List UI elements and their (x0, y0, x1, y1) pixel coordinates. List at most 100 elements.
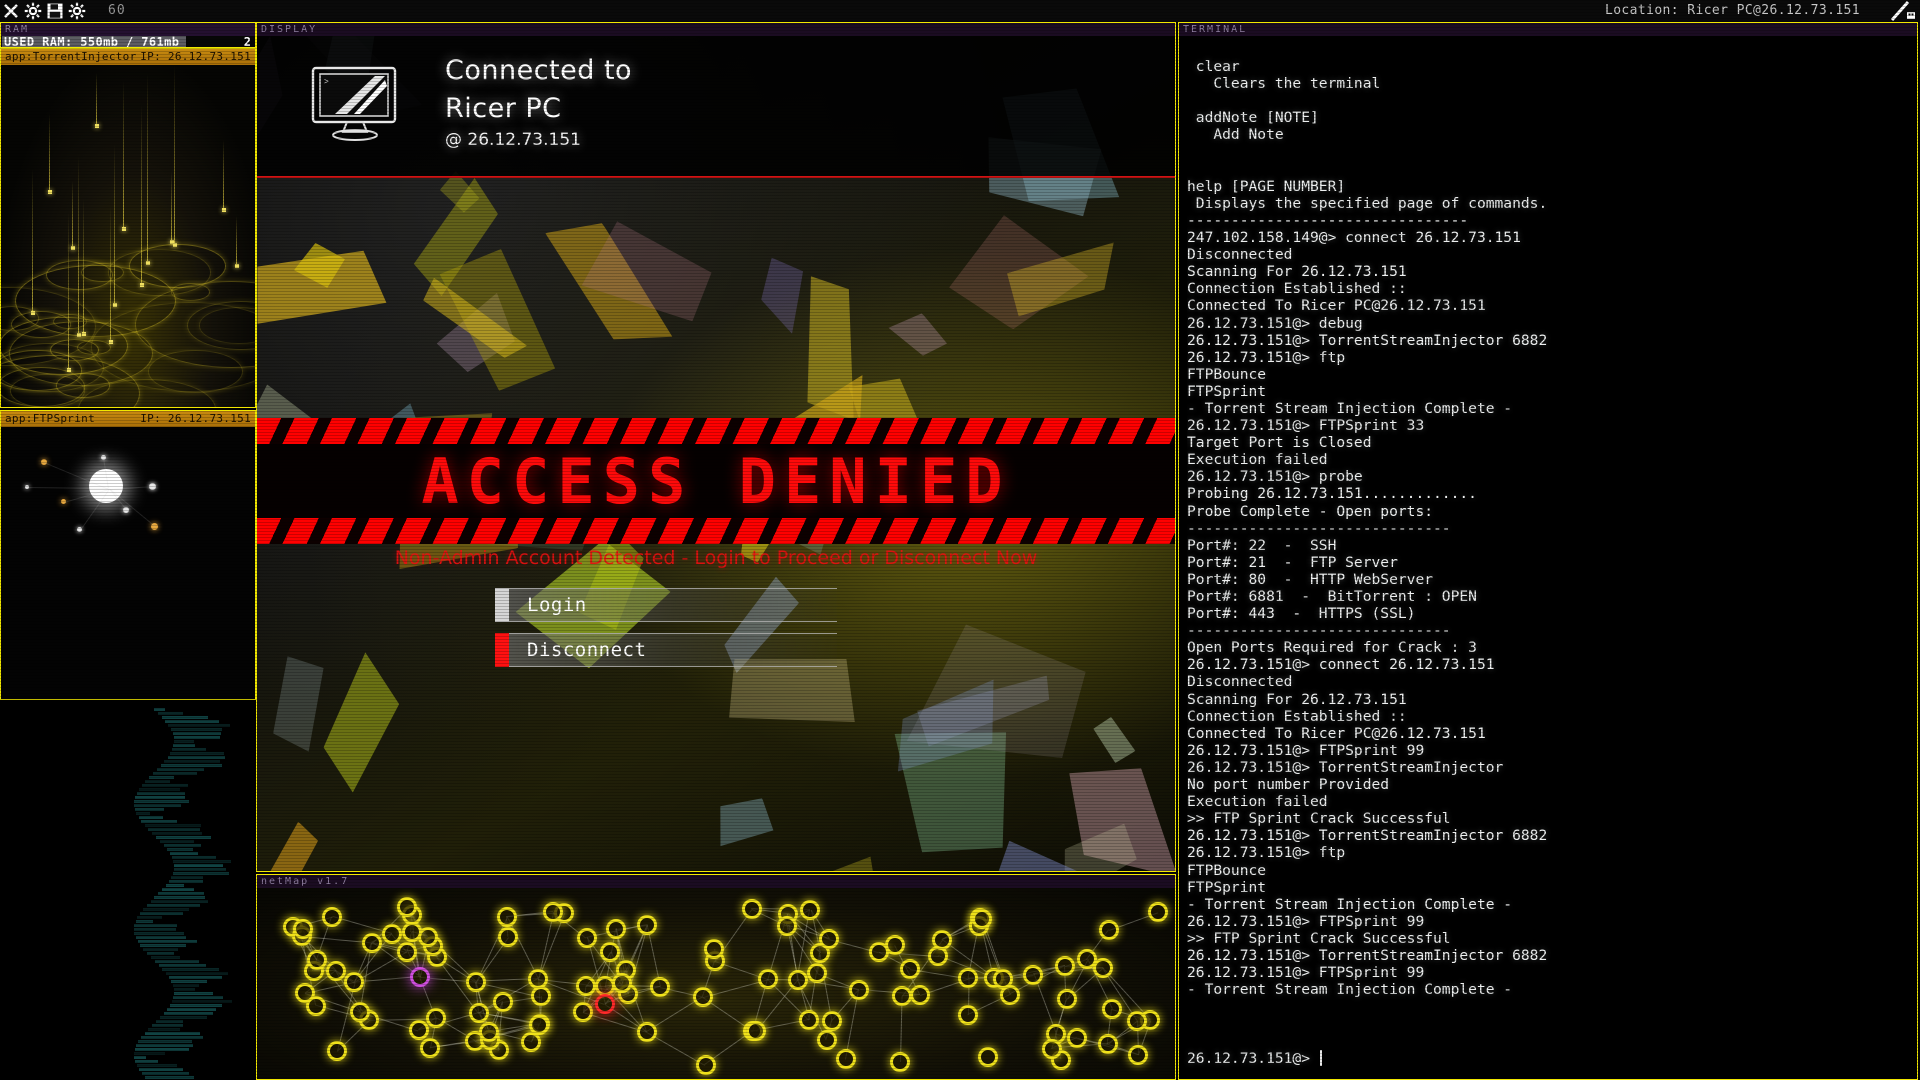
netmap-node[interactable] (972, 909, 993, 930)
netmap-node[interactable] (1128, 1044, 1149, 1065)
netmap-node[interactable] (822, 1011, 842, 1032)
netmap-node[interactable] (1056, 989, 1077, 1010)
netmap-node[interactable] (1102, 998, 1123, 1019)
ram-usage-text: USED RAM: 550mb / 761mb (4, 35, 180, 48)
netmap-node[interactable] (528, 1015, 549, 1036)
netmap-node[interactable] (1041, 1039, 1062, 1059)
netmap-node[interactable] (1147, 902, 1168, 923)
netmap-node[interactable] (868, 942, 889, 963)
netmap-node[interactable] (325, 960, 346, 981)
netmap-node[interactable] (468, 1003, 489, 1024)
terminal-panel[interactable]: TERMINAL clear Clears the terminal addNo… (1178, 22, 1918, 1080)
netmap-node[interactable] (361, 932, 382, 953)
netmap-node[interactable] (1097, 1034, 1118, 1055)
netmap-node[interactable] (600, 941, 621, 962)
terminal-line: 26.12.73.151@> TorrentStreamInjector 688… (1187, 827, 1548, 845)
login-button[interactable]: Login (495, 588, 837, 622)
settings-icon[interactable] (68, 2, 86, 20)
netmap-node[interactable] (306, 995, 327, 1016)
terminal-line: Add Note (1187, 126, 1284, 144)
netmap-node[interactable] (521, 1032, 542, 1053)
netmap-node[interactable] (741, 899, 762, 920)
netmap-node[interactable] (401, 921, 422, 942)
disconnect-button-label: Disconnect (527, 639, 647, 661)
disconnect-button[interactable]: Disconnect (495, 633, 837, 667)
netmap-node[interactable] (800, 900, 821, 921)
netmap-node[interactable] (530, 986, 551, 1007)
netmap-node[interactable] (493, 991, 514, 1012)
netmap-node[interactable] (1023, 964, 1044, 985)
netmap-node[interactable] (909, 984, 930, 1005)
close-icon[interactable] (2, 2, 20, 20)
top-bar: 60 Location: Ricer PC@26.12.73.151 (0, 0, 1920, 22)
save-icon[interactable] (46, 2, 64, 20)
netmap-node[interactable] (420, 1038, 441, 1059)
netmap-node[interactable] (978, 1046, 999, 1067)
terminal-line: - Torrent Stream Injection Complete - (1187, 981, 1513, 999)
netmap-node[interactable] (1099, 919, 1120, 940)
netmap-node[interactable] (326, 1041, 347, 1062)
terminal-line: FTPBounce (1187, 861, 1267, 879)
netmap-node[interactable] (408, 1020, 429, 1041)
netmap-node[interactable] (816, 1029, 837, 1050)
netmap-node[interactable] (344, 972, 365, 993)
terminal-line: 26.12.73.151@> debug (1187, 314, 1363, 332)
netmap-node[interactable] (957, 1004, 978, 1025)
svg-text:>: > (324, 78, 329, 87)
netmap-node[interactable] (1127, 1010, 1148, 1031)
app-window-body (1, 65, 255, 407)
netmap-node[interactable] (425, 1008, 446, 1029)
netmap-node[interactable] (958, 968, 979, 989)
netmap-node[interactable] (605, 918, 626, 939)
netmap-node[interactable] (806, 962, 827, 983)
netmap-node[interactable] (787, 969, 808, 990)
terminal-line: 26.12.73.151@> TorrentStreamInjector (1187, 758, 1504, 776)
gear-icon[interactable] (24, 2, 42, 20)
netmap-node[interactable] (1055, 956, 1076, 977)
netmap-node[interactable] (776, 915, 797, 936)
netmap-node[interactable] (650, 977, 671, 998)
netmap-node[interactable] (637, 1021, 658, 1042)
terminal-prompt[interactable]: 26.12.73.151@> (1187, 1050, 1323, 1067)
netmap-node[interactable] (397, 941, 418, 962)
terminal-line: Displays the specified page of commands. (1187, 194, 1548, 212)
netmap-node[interactable] (576, 927, 597, 948)
terminal-caret (1320, 1050, 1323, 1066)
terminal-line: Connection Established :: (1187, 707, 1407, 725)
netmap-node[interactable] (575, 975, 596, 996)
netmap-node[interactable] (381, 924, 402, 945)
terminal-line: ------------------------------ (1187, 622, 1451, 640)
netmap-node[interactable] (892, 986, 913, 1007)
netmap-node[interactable] (497, 926, 518, 947)
netmap-node[interactable] (746, 1021, 767, 1042)
netmap-node[interactable] (890, 1052, 911, 1073)
netmap-node[interactable] (573, 1001, 594, 1022)
netmap-node[interactable] (932, 930, 953, 951)
netmap-node[interactable] (409, 966, 430, 987)
netmap-node[interactable] (692, 987, 713, 1008)
netmap-node[interactable] (543, 901, 564, 922)
netmap-node[interactable] (695, 1055, 716, 1076)
netmap-node[interactable] (636, 914, 657, 935)
netmap-node[interactable] (611, 973, 632, 994)
netmap-node[interactable] (594, 993, 615, 1014)
terminal-line: Connected To Ricer PC@26.12.73.151 (1187, 297, 1486, 315)
netmap-node[interactable] (819, 929, 840, 950)
netmap-node[interactable] (849, 979, 870, 1000)
netmap-node[interactable] (496, 906, 517, 927)
netmap-node[interactable] (836, 1049, 857, 1070)
netmap-node[interactable] (322, 906, 343, 927)
app-window-body (1, 427, 255, 699)
netmap-node[interactable] (465, 971, 486, 992)
netmap-node[interactable] (350, 1001, 371, 1022)
netmap-node[interactable] (993, 968, 1014, 989)
netmap-panel[interactable]: netMap v1.7 (256, 874, 1176, 1080)
app-root: 60 Location: Ricer PC@26.12.73.151 RAM U… (0, 0, 1920, 1080)
app-window-ftp-sprint[interactable]: app:FTPSprint IP: 26.12.73.151 (0, 410, 256, 700)
netmap-node[interactable] (479, 1021, 500, 1042)
terminal-line: -------------------------------- (1187, 211, 1469, 229)
app-window-torrent-injector[interactable]: app:TorrentInjector IP: 26.12.73.151 (0, 48, 256, 408)
terminal-line: 26.12.73.151@> TorrentStreamInjector 688… (1187, 331, 1548, 349)
netmap-node[interactable] (799, 1010, 820, 1031)
